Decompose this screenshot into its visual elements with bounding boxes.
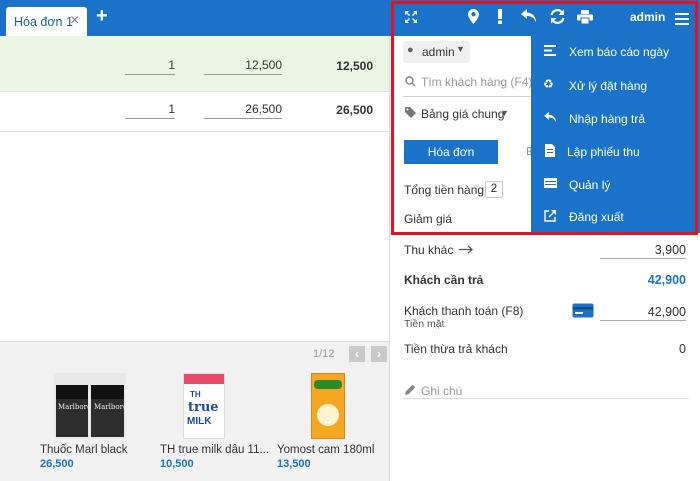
add-tab-button[interactable]: +: [96, 5, 108, 28]
close-icon[interactable]: ×: [70, 12, 79, 30]
milk-line2: MILK: [187, 416, 212, 427]
highlight-box: [391, 1, 698, 235]
pencil-icon: [405, 384, 416, 395]
pack-label: Marlboro: [94, 403, 128, 411]
product-price: 26,500: [40, 458, 74, 470]
product-image-th-milk[interactable]: TH true MILK: [183, 373, 225, 439]
change-label: Tiền thừa trả khách: [404, 342, 508, 356]
price-field[interactable]: 12,500: [204, 58, 282, 75]
payable-value: 42,900: [647, 273, 686, 287]
arrow-right-icon[interactable]: [459, 245, 475, 254]
cart-row[interactable]: 1 12,500 12,500: [0, 36, 389, 92]
quantity-field[interactable]: 1: [125, 102, 175, 119]
milk-brand: TH: [190, 390, 201, 399]
prev-page-button[interactable]: ‹: [349, 346, 365, 362]
cart-row[interactable]: 1 26,500 26,500: [0, 92, 389, 132]
other-income-value[interactable]: 3,900: [600, 243, 686, 259]
quantity-field[interactable]: 1: [125, 58, 175, 75]
note-input[interactable]: Ghi chú: [421, 384, 462, 398]
product-name[interactable]: Thuốc Marl black: [40, 444, 128, 456]
pack-label: Marlboro: [58, 403, 92, 411]
other-income-label: Thu khác: [404, 243, 454, 257]
product-image-marlboro[interactable]: Marlboro Marlboro: [54, 373, 128, 439]
product-name[interactable]: Yomost cam 180ml: [277, 444, 374, 456]
product-price: 13,500: [277, 458, 311, 470]
milk-line1: true: [188, 400, 219, 415]
payment-method: Tiền mặt: [404, 318, 445, 330]
row-total: 26,500: [336, 103, 373, 117]
product-name[interactable]: TH true milk dâu 11...: [160, 444, 269, 456]
tab-label: Hóa đơn 1: [14, 15, 73, 29]
price-field[interactable]: 26,500: [204, 102, 282, 119]
panel-divider: [389, 36, 390, 481]
product-price: 10,500: [160, 458, 194, 470]
row-total: 12,500: [336, 59, 373, 73]
page-indicator: 1/12: [313, 348, 335, 360]
credit-card-icon[interactable]: [572, 303, 594, 318]
next-page-button[interactable]: ›: [371, 346, 387, 362]
note-underline: [403, 398, 689, 399]
payable-label: Khách cần trả: [404, 273, 484, 287]
change-value: 0: [679, 342, 686, 356]
tab-invoice-1[interactable]: Hóa đơn 1 ×: [6, 7, 87, 36]
paid-amount-field[interactable]: 42,900: [600, 305, 686, 321]
product-image-yomost[interactable]: [311, 373, 345, 439]
paid-label: Khách thanh toán (F8): [404, 304, 524, 318]
